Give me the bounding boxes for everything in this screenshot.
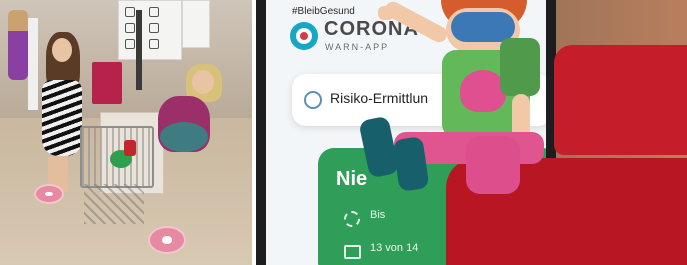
spinner-icon [344,211,360,227]
figure-hand [378,6,394,20]
floor-distance-sticker [34,184,64,204]
hashtag-text: #BleibGesund [292,6,355,17]
background-doll [8,10,28,80]
cashier-head [192,70,214,94]
status-line-1: Bis [370,209,386,221]
product-box [92,62,122,104]
cashier-skirt [160,122,208,152]
cart-item-red [124,140,136,156]
figure-backpack-strap [500,38,540,96]
risk-status-heading: Nie [336,168,368,190]
figure-leg-right [466,136,520,194]
display-pole [136,10,142,90]
floor-distance-sticker-2 [148,226,186,254]
doll-dress [42,80,82,156]
cart-wheels [84,184,144,224]
calendar-icon [344,245,361,259]
left-photo [0,0,252,265]
bench-backrest [554,45,687,155]
face-mask [451,12,515,42]
risk-status-icon [304,91,322,109]
risk-tracking-label: Risiko-Ermittlun [330,90,429,106]
right-photo: #BleibGesund CORONA WARN-APP Risiko-Ermi… [256,0,687,265]
app-subtitle: WARN-APP [325,42,390,52]
poster-info-sheet [118,0,182,60]
corona-warn-app-logo-icon [290,22,318,50]
shop-shelf [28,18,38,110]
poster-info-sheet-2 [182,0,210,48]
status-line-2: 13 von 14 [370,242,419,254]
doll-head [52,38,72,62]
